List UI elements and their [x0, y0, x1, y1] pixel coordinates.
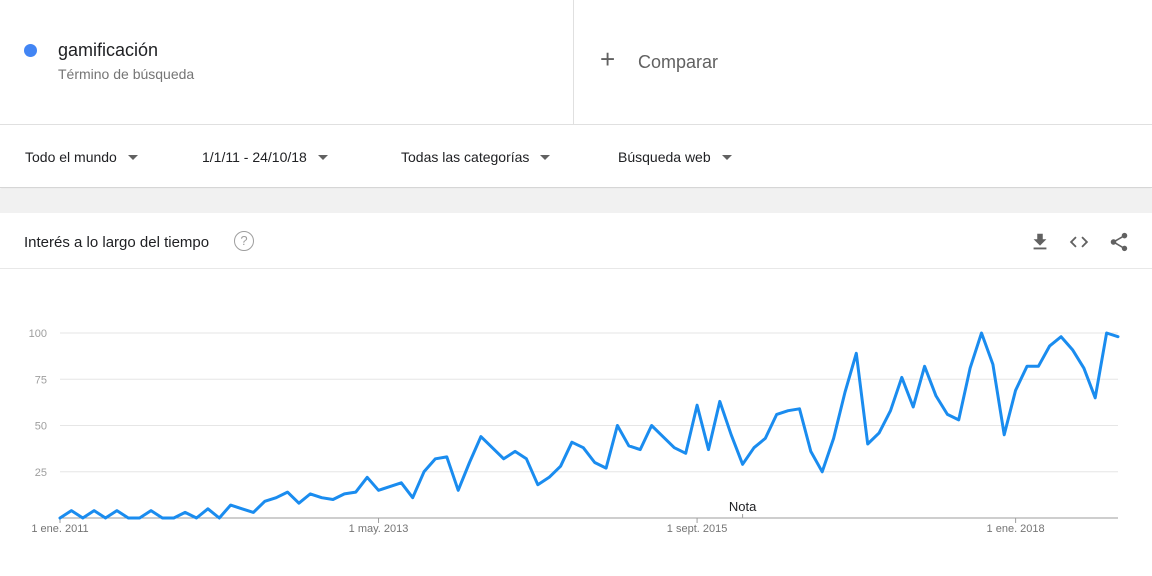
x-tick-label-0: 1 ene. 2011	[31, 523, 88, 535]
search-type-dropdown[interactable]: Búsqueda web	[618, 149, 732, 165]
region-dropdown-label: Todo el mundo	[25, 149, 117, 165]
caret-down-icon	[127, 154, 138, 160]
search-terms-bar: gamificación Término de búsqueda + Compa…	[0, 0, 1152, 125]
interest-chart[interactable]: 25 50 75 100 1 ene. 2011 1 may. 2013 1 sept. 2…	[0, 270, 1152, 576]
compare-button[interactable]: + Comparar	[574, 0, 1152, 124]
caret-down-icon	[721, 154, 732, 160]
x-tick-label-1: 1 may. 2013	[349, 523, 409, 535]
x-tick-label-2: 1 sept. 2015	[667, 523, 728, 535]
line-chart-svg: 25 50 75 100 1 ene. 2011 1 may. 2013 1 sept. 2…	[29, 328, 1120, 535]
date-range-dropdown[interactable]: 1/1/11 - 24/10/18	[202, 149, 328, 165]
y-tick-label-75: 75	[35, 374, 47, 386]
section-divider	[0, 189, 1152, 213]
caret-down-icon	[540, 154, 551, 160]
date-range-dropdown-label: 1/1/11 - 24/10/18	[202, 149, 307, 165]
annotation-label: Nota	[729, 499, 757, 514]
y-tick-label-25: 25	[35, 467, 47, 479]
y-tick-label-50: 50	[35, 421, 47, 433]
caret-down-icon	[317, 154, 328, 160]
y-tick-label-100: 100	[29, 328, 47, 340]
search-term-name[interactable]: gamificación	[58, 40, 158, 61]
term-color-dot	[24, 44, 37, 57]
x-tick-label-3: 1 ene. 2018	[987, 523, 1045, 535]
card-header: Interés a lo largo del tiempo ?	[0, 213, 1152, 269]
plus-icon: +	[600, 44, 616, 74]
embed-code-icon[interactable]	[1068, 231, 1090, 253]
search-type-dropdown-label: Búsqueda web	[618, 149, 711, 165]
share-icon[interactable]	[1108, 231, 1130, 253]
search-term-card[interactable]: gamificación Término de búsqueda	[0, 0, 574, 124]
interest-over-time-card: Interés a lo largo del tiempo ? 25 50 75 10…	[0, 213, 1152, 576]
compare-label: Comparar	[638, 52, 719, 72]
download-icon[interactable]	[1029, 231, 1051, 253]
filter-bar: Todo el mundo 1/1/11 - 24/10/18 Todas la…	[0, 125, 1152, 188]
region-dropdown[interactable]: Todo el mundo	[25, 149, 138, 165]
help-icon[interactable]: ?	[234, 231, 254, 251]
category-dropdown[interactable]: Todas las categorías	[401, 149, 551, 165]
card-title: Interés a lo largo del tiempo	[24, 234, 210, 251]
category-dropdown-label: Todas las categorías	[401, 149, 530, 165]
search-term-subtitle: Término de búsqueda	[58, 66, 195, 82]
